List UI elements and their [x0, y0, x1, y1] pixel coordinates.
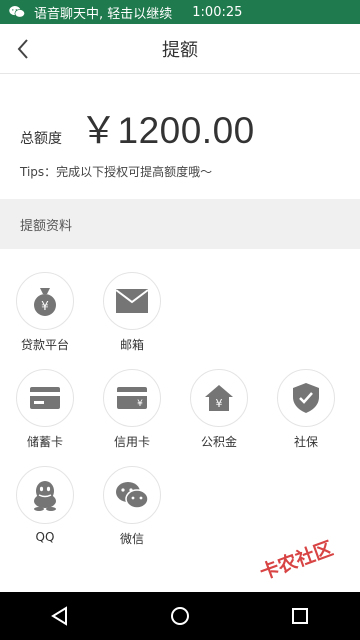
wechat-icon: [116, 482, 149, 509]
section-title: 提额资料: [20, 218, 73, 234]
amount-value: ￥1200.00: [80, 110, 255, 151]
status-time: 1:00:25: [192, 4, 243, 20]
page-title: 提额: [162, 39, 198, 61]
item-email[interactable]: 邮箱: [97, 272, 167, 353]
item-housing-fund[interactable]: ¥ 公积金: [184, 369, 254, 450]
item-credit-card[interactable]: ¥ 信用卡: [97, 369, 167, 450]
money-bag-icon: ¥: [34, 288, 56, 316]
item-social-security[interactable]: 社保: [271, 369, 341, 450]
item-label: 邮箱: [119, 338, 144, 352]
svg-text:¥: ¥: [137, 399, 143, 409]
shield-check-icon: [293, 383, 319, 413]
credit-card-icon: ¥: [117, 387, 147, 409]
svg-text:¥: ¥: [216, 397, 223, 410]
nav-recents-button[interactable]: [280, 596, 320, 636]
item-debit-card[interactable]: 储蓄卡: [10, 369, 80, 450]
item-label: 社保: [293, 435, 318, 449]
item-circle: ¥: [190, 369, 248, 427]
item-label: 信用卡: [113, 435, 150, 449]
item-circle: [277, 369, 335, 427]
status-bar[interactable]: 语音聊天中, 轻击以继续 1:00:25: [0, 0, 360, 24]
tips-text: Tips：完成以下授权可提高额度哦～: [20, 165, 213, 179]
navigation-bar: [0, 592, 360, 640]
item-label: 微信: [119, 532, 144, 546]
nav-back-button[interactable]: [40, 596, 80, 636]
house-fund-icon: ¥: [205, 385, 233, 411]
item-circle: [16, 369, 74, 427]
item-label: QQ: [35, 530, 55, 544]
item-label: 贷款平台: [20, 338, 69, 352]
section-header: 提额资料: [0, 199, 360, 249]
title-bar: 提额: [0, 24, 360, 74]
grid-row-1: ¥ 贷款平台 邮箱: [0, 272, 360, 369]
item-circle: ¥: [103, 369, 161, 427]
total-amount: 总额度 ￥1200.00: [20, 100, 255, 154]
amount-label: 总额度: [20, 131, 62, 147]
triangle-back-icon: [51, 606, 67, 626]
wechat-status-icon: [9, 6, 26, 18]
voice-chat-message[interactable]: 语音聊天中, 轻击以继续: [34, 3, 172, 22]
nav-home-button[interactable]: [160, 596, 200, 636]
item-circle: [16, 466, 74, 524]
envelope-icon: [115, 289, 149, 313]
grid-row-2: 储蓄卡 ¥ 信用卡 ¥ 公积金 社保: [0, 369, 360, 466]
item-qq[interactable]: QQ: [10, 466, 80, 544]
circle-home-icon: [171, 607, 189, 625]
item-circle: ¥: [16, 272, 74, 330]
back-button[interactable]: [10, 36, 36, 62]
item-label: 公积金: [200, 435, 237, 449]
item-circle: [103, 272, 161, 330]
item-label: 储蓄卡: [26, 435, 63, 449]
item-wechat[interactable]: 微信: [97, 466, 167, 547]
debit-card-icon: [30, 387, 60, 409]
chevron-left-icon: [17, 39, 28, 59]
authorization-grid: ¥ 贷款平台 邮箱 储蓄卡 ¥ 信用卡 ¥ 公积金 社保 QQ 微信: [0, 272, 360, 563]
square-recents-icon: [292, 608, 308, 624]
item-circle: [103, 466, 161, 524]
item-loan-platform[interactable]: ¥ 贷款平台: [10, 272, 80, 353]
svg-text:¥: ¥: [41, 299, 49, 313]
qq-icon: [34, 481, 56, 511]
